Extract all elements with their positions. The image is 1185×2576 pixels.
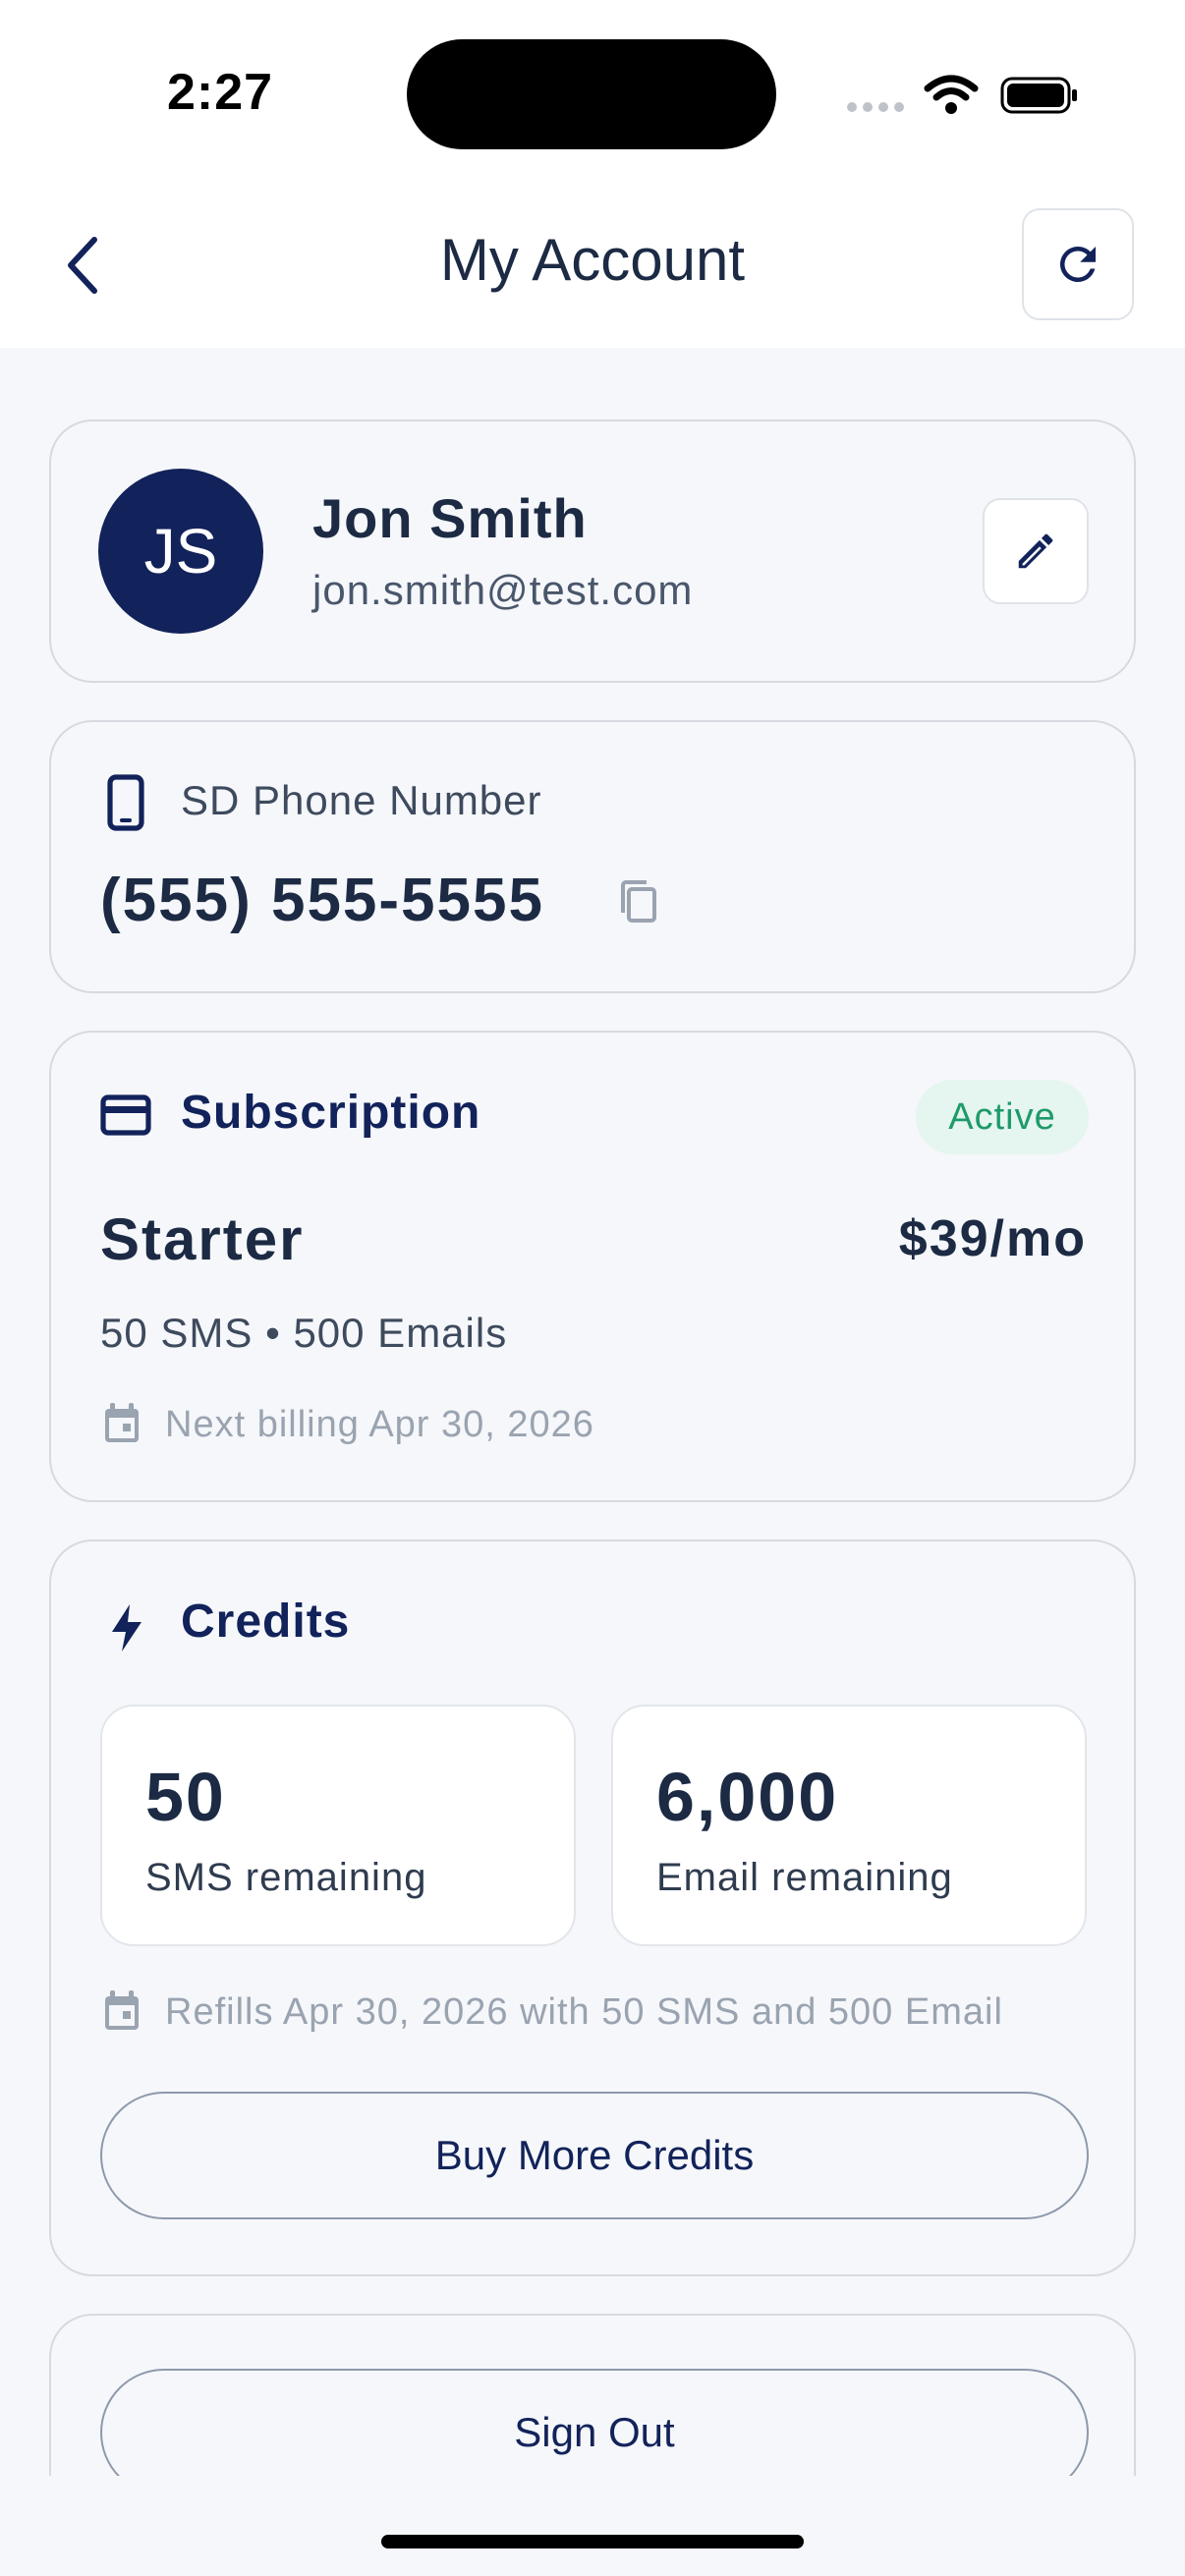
phone-icon bbox=[107, 774, 144, 831]
subscription-card: Subscription Active Starter $39/mo 50 SM… bbox=[49, 1031, 1136, 1502]
buy-more-credits-button[interactable]: Buy More Credits bbox=[100, 2092, 1089, 2219]
battery-icon bbox=[1000, 77, 1077, 114]
status-time: 2:27 bbox=[167, 64, 274, 121]
phone-card: SD Phone Number (555) 555-5555 bbox=[49, 720, 1136, 993]
calendar-icon bbox=[105, 1403, 139, 1442]
sms-credits-label: SMS remaining bbox=[145, 1856, 427, 1899]
edit-profile-button[interactable] bbox=[983, 498, 1089, 604]
refresh-icon bbox=[1059, 246, 1096, 282]
plan-name: Starter bbox=[100, 1206, 305, 1272]
sms-credits-tile: 50 SMS remaining bbox=[100, 1705, 576, 1946]
lightning-icon bbox=[112, 1604, 141, 1652]
profile-name: Jon Smith bbox=[312, 487, 588, 549]
email-credits-label: Email remaining bbox=[656, 1856, 953, 1899]
next-billing: Next billing Apr 30, 2026 bbox=[165, 1404, 594, 1445]
copy-icon[interactable] bbox=[617, 877, 660, 926]
cellular-signal-icon bbox=[847, 102, 904, 112]
plan-price: $39/mo bbox=[898, 1210, 1087, 1267]
credits-title: Credits bbox=[181, 1596, 351, 1648]
refill-note: Refills Apr 30, 2026 with 50 SMS and 500… bbox=[165, 1991, 1003, 2033]
sms-credits-value: 50 bbox=[145, 1759, 226, 1835]
avatar: JS bbox=[98, 469, 263, 634]
pencil-icon bbox=[1018, 533, 1053, 569]
phone-label: SD Phone Number bbox=[181, 777, 542, 823]
refresh-button[interactable] bbox=[1022, 208, 1134, 320]
profile-email: jon.smith@test.com bbox=[312, 567, 694, 613]
plan-features: 50 SMS • 500 Emails bbox=[100, 1310, 508, 1356]
email-credits-tile: 6,000 Email remaining bbox=[611, 1705, 1087, 1946]
wifi-icon bbox=[924, 75, 979, 114]
credit-card-icon bbox=[100, 1094, 151, 1136]
home-indicator-area bbox=[0, 2476, 1185, 2576]
page-title: My Account bbox=[439, 227, 746, 293]
dynamic-island bbox=[407, 39, 776, 149]
status-badge: Active bbox=[916, 1080, 1089, 1154]
profile-card: JS Jon Smith jon.smith@test.com bbox=[49, 420, 1136, 683]
phone-number: (555) 555-5555 bbox=[100, 867, 544, 934]
status-bar: 2:27 bbox=[0, 0, 1185, 177]
calendar-icon bbox=[105, 1990, 139, 2030]
email-credits-value: 6,000 bbox=[656, 1759, 839, 1835]
home-indicator[interactable] bbox=[381, 2535, 804, 2548]
subscription-title: Subscription bbox=[181, 1087, 481, 1139]
credits-card: Credits 50 SMS remaining 6,000 Email rem… bbox=[49, 1540, 1136, 2276]
